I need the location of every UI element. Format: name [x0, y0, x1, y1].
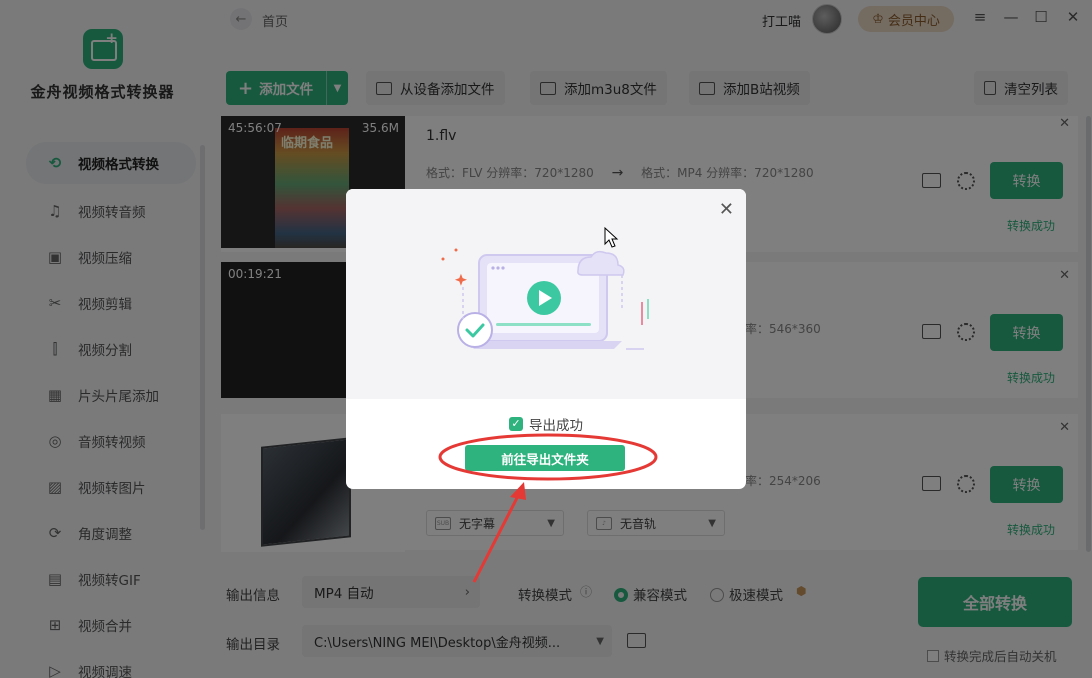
- export-status: ✓ 导出成功: [346, 414, 746, 434]
- close-icon[interactable]: ✕: [719, 199, 734, 220]
- open-export-folder-button[interactable]: 前往导出文件夹: [465, 445, 625, 471]
- export-success-illustration: [441, 248, 649, 350]
- export-success-dialog: ✕ ✓ 导出成功 前往导出文件夹: [346, 189, 746, 489]
- checkbox-checked-icon: ✓: [509, 417, 523, 431]
- export-status-label: 导出成功: [529, 418, 583, 434]
- dialog-illustration-area: ✕: [346, 189, 746, 399]
